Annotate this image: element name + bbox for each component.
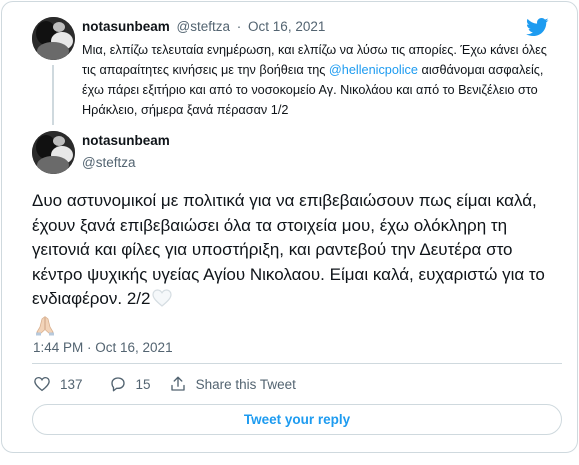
- white-heart-emoji-icon: [152, 289, 173, 307]
- separator-dot: ·: [236, 19, 242, 34]
- like-button[interactable]: 137: [33, 375, 83, 393]
- avatar-image: [32, 17, 75, 60]
- tweet2-text-body: Δυο αστυνομικοί με πολιτικά για να επιβε…: [32, 191, 545, 308]
- heart-icon: [34, 376, 50, 392]
- tweet2-text: Δυο αστυνομικοί με πολιτικά για να επιβε…: [32, 189, 562, 337]
- user-handle[interactable]: @steftza: [177, 19, 230, 34]
- like-count: 137: [60, 376, 83, 392]
- avatar[interactable]: [32, 17, 75, 60]
- twitter-bird-icon[interactable]: [526, 18, 549, 37]
- tweet1-header: notasunbeam @steftza · Oct 16, 2021: [82, 19, 325, 34]
- share-icon: [170, 376, 185, 391]
- divider: [32, 363, 562, 364]
- tweet-date[interactable]: Oct 16, 2021: [248, 19, 325, 34]
- folded-hands-emoji-icon: [36, 315, 54, 335]
- reply-button[interactable]: 15: [109, 375, 151, 393]
- tweet-timestamp[interactable]: 1:44 PM · Oct 16, 2021: [33, 340, 173, 355]
- share-button[interactable]: Share this Tweet: [169, 375, 296, 393]
- mention-link[interactable]: @hellenicpolice: [329, 63, 418, 77]
- reply-bubble-icon: [110, 377, 125, 392]
- thread-connector-line: [52, 65, 54, 125]
- avatar[interactable]: [32, 131, 75, 174]
- tweet-your-reply-button[interactable]: Tweet your reply: [32, 404, 562, 435]
- display-name[interactable]: notasunbeam: [82, 133, 170, 148]
- action-bar: 137 15 Share this Tweet: [33, 373, 296, 395]
- user-handle[interactable]: @steftza: [82, 155, 135, 170]
- display-name[interactable]: notasunbeam: [82, 19, 170, 34]
- reply-count: 15: [135, 376, 151, 392]
- tweet1-text: Μια, ελπίζω τελευταία ενημέρωση, και ελπ…: [82, 40, 550, 120]
- share-label: Share this Tweet: [195, 376, 296, 392]
- avatar-image: [32, 131, 75, 174]
